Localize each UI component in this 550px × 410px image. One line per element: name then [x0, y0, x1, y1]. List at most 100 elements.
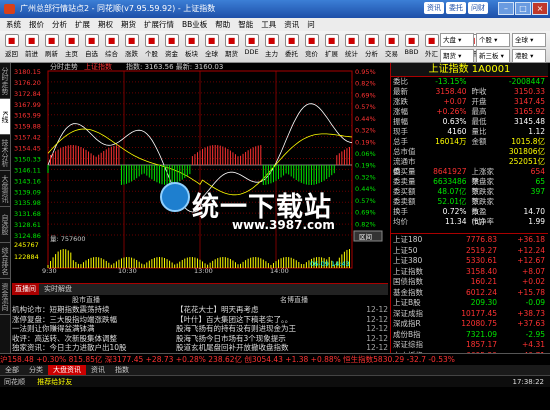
tool-button-2[interactable]: ■ 刷新 — [42, 31, 61, 62]
tool-button-11[interactable]: ■ 期货 — [222, 31, 241, 62]
tool-button-17[interactable]: ■ 统计 — [342, 31, 361, 62]
tool-button-4[interactable]: ■ 自选 — [82, 31, 101, 62]
quote-label: 市净率 — [471, 217, 495, 226]
tab-live[interactable]: 直播间 — [12, 284, 39, 295]
tool-button-20[interactable]: ■ BBD — [402, 31, 421, 62]
tool-button-15[interactable]: ■ 竞价 — [302, 31, 321, 62]
left-tab-2[interactable]: 技术分析 — [0, 135, 10, 171]
tool-button-8[interactable]: ■ 资金 — [162, 31, 181, 62]
menu-item-11[interactable]: 资讯 — [280, 18, 303, 31]
tool-label-20: BBD — [404, 48, 419, 56]
status-promo[interactable]: 推荐给好友 — [37, 378, 72, 386]
minimize-button[interactable]: – — [498, 2, 514, 15]
bottom-tab-3[interactable]: 资讯 — [86, 365, 110, 375]
quick-select-2[interactable]: 全球 ▾ — [512, 33, 546, 47]
left-tab-5[interactable]: 综合排名 — [0, 243, 10, 279]
news-item-right[interactable]: 股道玄机尾盘回补开放撤收盘指数 — [176, 343, 366, 353]
index-change: +15.78 — [517, 287, 545, 297]
menu-item-12[interactable]: 问 — [303, 18, 319, 31]
menu-item-2[interactable]: 分析 — [48, 18, 71, 31]
tool-button-3[interactable]: ■ 主页 — [62, 31, 81, 62]
menu-item-0[interactable]: 系统 — [2, 18, 25, 31]
tab-realtime[interactable]: 实时解盘 — [41, 284, 75, 295]
tool-button-14[interactable]: ■ 委托 — [282, 31, 301, 62]
menu-item-9[interactable]: 智能 — [234, 18, 257, 31]
left-tab-1[interactable]: K线 — [0, 99, 10, 135]
menu-item-8[interactable]: 帮助 — [211, 18, 234, 31]
quote-row-5: 现手 4160 量比 1.12 — [391, 127, 548, 137]
index-row[interactable]: 基金指数 6012.24 +15.78 — [391, 288, 548, 299]
news-item-left[interactable]: 独家资讯：今日主力进散户出10股 — [12, 343, 176, 353]
menu-item-7[interactable]: BB业板 — [178, 18, 211, 31]
tool-button-10[interactable]: ■ 全球 — [202, 31, 221, 62]
tool-button-21[interactable]: ■ 外汇 — [422, 31, 441, 62]
menu-item-3[interactable]: 扩展 — [71, 18, 94, 31]
quote-cell-a: 最新 3158.40 — [391, 87, 470, 97]
menu-item-10[interactable]: 工具 — [257, 18, 280, 31]
chart-y-tick-label: 3135.98 — [14, 199, 41, 207]
quick-select-5[interactable]: 港股 ▾ — [512, 49, 546, 63]
index-row[interactable]: 国债指数 160.21 +0.02 — [391, 277, 548, 288]
quote-value: +0.07 — [443, 97, 467, 106]
watermark-logo-icon — [160, 182, 190, 212]
left-tab-0[interactable]: 分时走势 — [0, 63, 10, 99]
wencai-top-button[interactable]: 问财 — [468, 2, 488, 14]
quick-select-1[interactable]: 个股 ▾ — [476, 33, 510, 47]
news-row: 收评：高送转、次新股集体调整 股海飞扬今日市场有3个现象提示 12-12 — [12, 334, 388, 344]
menu-item-4[interactable]: 期权 — [94, 18, 117, 31]
index-row[interactable]: 深成指R 12080.75 +37.63 — [391, 319, 548, 330]
quick-select-3[interactable]: 期货 ▾ — [440, 49, 474, 63]
left-tab-6[interactable]: 资金流向 — [0, 279, 10, 315]
menu-item-1[interactable]: 报价 — [25, 18, 48, 31]
quote-label: 流通市值 — [393, 157, 416, 176]
news-item-right[interactable]: 【花花大士】明天再考虑 — [176, 305, 366, 315]
tool-icon-5: ■ — [104, 34, 119, 47]
order-top-button[interactable]: 委托 — [446, 2, 466, 14]
index-row[interactable]: 上证指数 3158.40 +8.07 — [391, 267, 548, 278]
quick-select-0[interactable]: 大盘 ▾ — [440, 33, 474, 47]
news-item-left[interactable]: 收评：高送转、次新股集体调整 — [12, 334, 176, 344]
tool-button-18[interactable]: ■ 分析 — [362, 31, 381, 62]
news-item-right[interactable]: 股海飞扬有的持有没有则进现金为王 — [176, 324, 366, 334]
index-row[interactable]: 上证180 7776.83 +36.18 — [391, 235, 548, 246]
tool-button-12[interactable]: ■ DDE — [242, 31, 261, 62]
index-row[interactable]: 深证综指 1857.17 +4.31 — [391, 340, 548, 351]
chart-pct-tick-label: 0.06% — [355, 150, 376, 158]
close-button[interactable]: × — [532, 2, 548, 15]
tool-button-0[interactable]: ■ 返回 — [2, 31, 21, 62]
tool-button-7[interactable]: ■ 个股 — [142, 31, 161, 62]
maximize-button[interactable]: □ — [515, 2, 531, 15]
index-row[interactable]: 上证50 2519.27 +12.24 — [391, 246, 548, 257]
tool-button-5[interactable]: ■ 综合 — [102, 31, 121, 62]
menu-item-5[interactable]: 期货 — [117, 18, 140, 31]
quote-row-11: 委买额 48.07亿 下跌家数 397 — [391, 187, 548, 206]
chart-y-tick-label: 3176.20 — [14, 79, 41, 87]
left-tab-3[interactable]: 大盘资讯 — [0, 171, 10, 207]
menu-item-6[interactable]: 扩展行情 — [140, 18, 178, 31]
intraday-chart[interactable]: 分时走势 上证指数 指数: 3163.56 最新: 3160.03 3180.15 31… — [12, 63, 388, 273]
index-row[interactable]: 成份B指 7321.09 -2.95 — [391, 330, 548, 341]
bottom-tab-1[interactable]: 分类 — [24, 365, 48, 375]
tool-button-19[interactable]: ■ 交易 — [382, 31, 401, 62]
index-row[interactable]: 深证成指 10177.45 +38.73 — [391, 309, 548, 320]
tool-button-6[interactable]: ■ 涨跌 — [122, 31, 141, 62]
tool-button-13[interactable]: ■ 主力 — [262, 31, 281, 62]
index-row[interactable]: 上证380 5330.61 +12.67 — [391, 256, 548, 267]
tool-button-16[interactable]: ■ 扩展 — [322, 31, 341, 62]
news-top-button[interactable]: 资讯 — [424, 2, 444, 14]
bottom-tab-4[interactable]: 指数 — [110, 365, 134, 375]
news-item-right[interactable]: 【叶什】百大集团这下稿老实了。。 — [176, 315, 366, 325]
quick-select-4[interactable]: 新三板 ▾ — [476, 49, 510, 63]
news-item-left[interactable]: 机构论市：短期指数震荡持续 — [12, 305, 176, 315]
news-item-left[interactable]: 涨停复盘：三大股指均端涨跌幅 — [12, 315, 176, 325]
tool-button-1[interactable]: ■ 前进 — [22, 31, 41, 62]
bottom-tab-2[interactable]: 大盘资讯 — [48, 365, 86, 375]
news-item-left[interactable]: 一法则让你赚得盆满钵满 — [12, 324, 176, 334]
left-tab-4[interactable]: 自选股 — [0, 207, 10, 243]
quote-cell-a: 流通市值 — [391, 157, 470, 176]
bottom-tab-0[interactable]: 全部 — [0, 365, 24, 375]
chart-pct-tick-label: 0.44% — [355, 185, 376, 193]
news-item-right[interactable]: 股海飞扬今日市场有3个现象提示 — [176, 334, 366, 344]
tool-button-9[interactable]: ■ 板块 — [182, 31, 201, 62]
index-row[interactable]: 上证B股 209.30 -0.09 — [391, 298, 548, 309]
